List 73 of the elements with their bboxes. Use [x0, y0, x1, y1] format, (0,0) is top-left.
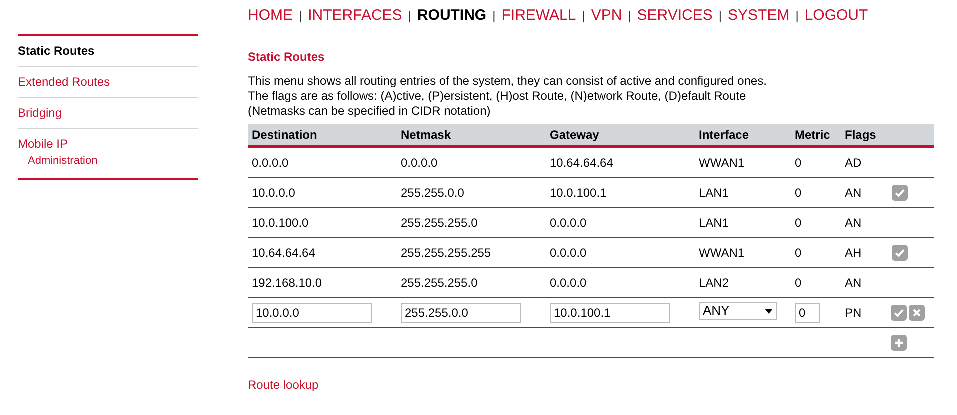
column-header: Netmask — [401, 126, 452, 144]
description-text: The flags are as follows: (A)ctive, (P)ersistent, (H)ost Route, (N)etwork Route, (D)efault Route — [248, 89, 748, 104]
sidebar-item[interactable]: Extended Routes — [18, 73, 198, 91]
table-cell-text: 0.0.0.0 — [550, 214, 588, 232]
confirm-icon[interactable] — [891, 304, 907, 320]
destination-field[interactable]: 10.0.0.0 — [252, 302, 372, 322]
table-cell-text: 255.255.255.255 — [401, 244, 492, 262]
nav-link[interactable]: SERVICES — [637, 4, 713, 28]
table-cell-text: 0 — [795, 184, 803, 202]
nav-link[interactable]: SYSTEM — [728, 4, 790, 28]
table-cell-text: 0.0.0.0 — [252, 154, 290, 172]
nav-link[interactable]: FIREWALL — [502, 4, 576, 28]
table-cell-text: 192.168.10.0 — [252, 274, 324, 292]
table-cell-text: AN — [845, 184, 863, 202]
nav-separator: | — [299, 8, 302, 25]
confirm-icon[interactable] — [892, 184, 908, 200]
description-text: (Netmasks can be specified in CIDR notation) — [248, 104, 492, 119]
table-cell-text: AD — [845, 154, 863, 172]
table-cell-text: 255.255.255.0 — [401, 214, 479, 232]
nav-link[interactable]: VPN — [591, 4, 622, 28]
confirm-icon[interactable] — [892, 244, 908, 260]
table-cell-text: AH — [845, 244, 863, 262]
table-cell-text: LAN1 — [699, 214, 730, 232]
nav-separator: | — [796, 8, 799, 25]
table-cell-text: 0 — [795, 244, 803, 262]
netmask-field[interactable]: 255.255.0.0 — [401, 302, 521, 322]
table-cell-text: LAN2 — [699, 274, 730, 292]
table-cell-text: LAN1 — [699, 184, 730, 202]
table-cell-text: 0.0.0.0 — [401, 154, 439, 172]
table-cell-text: 0 — [795, 154, 803, 172]
table-cell-text: 0 — [795, 214, 803, 232]
nav-link[interactable]: LOGOUT — [804, 4, 868, 28]
add-icon[interactable] — [891, 334, 907, 350]
nav-link[interactable]: INTERFACES — [308, 4, 402, 28]
table-cell-text: 10.0.100.1 — [550, 184, 608, 202]
metric-field[interactable]: 0 — [795, 302, 820, 322]
section-title: Static Routes — [248, 49, 326, 66]
table-cell-text: 10.64.64.64 — [550, 154, 614, 172]
column-header: Destination — [252, 126, 318, 144]
route-lookup-link[interactable]: Route lookup — [248, 376, 934, 394]
caret-icon — [765, 308, 773, 314]
description-text: This menu shows all routing entries of the system, they can consist of active and configured ones. — [248, 74, 768, 89]
table-cell-text: 10.0.0.0 — [252, 184, 296, 202]
table-cell-text: 10.64.64.64 — [252, 244, 316, 262]
table-cell-text: WWAN1 — [699, 154, 746, 172]
table-cell-text: PN — [845, 304, 863, 322]
table-cell-text: WWAN1 — [699, 244, 746, 262]
table-cell-text: 255.255.255.0 — [401, 274, 479, 292]
table-cell-text: AN — [845, 214, 863, 232]
nav-link[interactable]: ROUTING — [417, 4, 487, 28]
sidebar-item[interactable]: Bridging — [18, 104, 198, 122]
column-header: Flags — [845, 126, 878, 144]
sidebar-item[interactable]: Static Routes — [18, 42, 198, 60]
table-cell-text: 0.0.0.0 — [550, 244, 588, 262]
table-cell-text: 0 — [795, 274, 803, 292]
table-cell-text: 255.255.0.0 — [401, 184, 466, 202]
column-header: Metric — [795, 126, 832, 144]
nav-separator: | — [718, 8, 722, 25]
nav-separator: | — [492, 8, 496, 25]
table-cell-text: 10.0.100.0 — [252, 214, 310, 232]
nav-separator: | — [628, 8, 632, 25]
nav-separator: | — [408, 8, 412, 25]
column-header: Gateway — [550, 126, 600, 144]
interface-dropdown[interactable]: ANY — [699, 302, 777, 320]
table-cell-text: 0.0.0.0 — [550, 274, 588, 292]
gateway-field[interactable]: 10.0.100.1 — [550, 302, 670, 322]
nav-separator: | — [582, 8, 586, 25]
table-cell-text: AN — [845, 274, 863, 292]
sidebar-subitem[interactable]: Administration — [18, 153, 198, 170]
nav-link[interactable]: HOME — [248, 4, 293, 28]
delete-icon[interactable] — [909, 304, 925, 320]
column-header: Interface — [699, 126, 750, 144]
sidebar-item[interactable]: Mobile IP — [18, 135, 198, 153]
